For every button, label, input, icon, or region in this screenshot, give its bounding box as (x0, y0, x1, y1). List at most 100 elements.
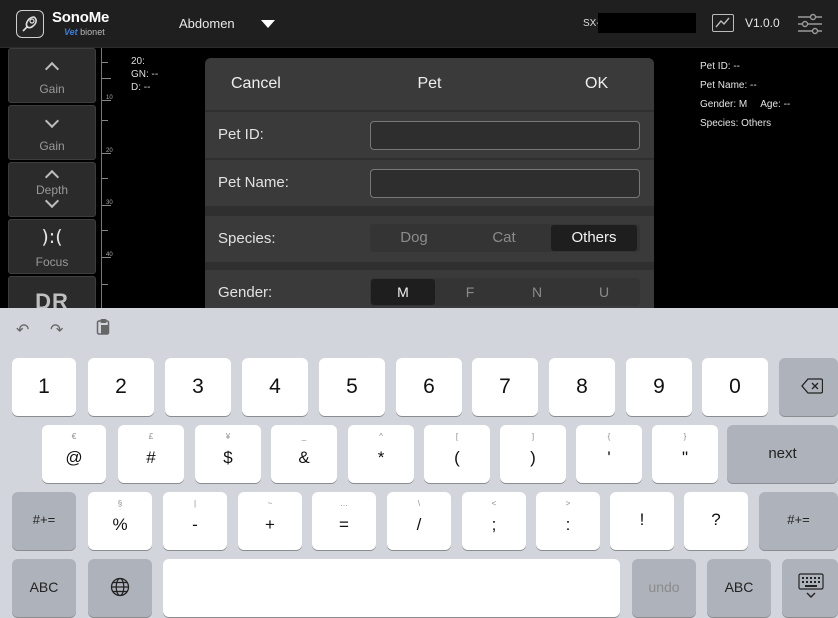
space-key[interactable] (163, 559, 620, 617)
key-colon-label: : (565, 515, 571, 534)
info-species: Species: Others (700, 118, 772, 129)
key-slash-alt: \ (417, 499, 421, 508)
key-quote[interactable]: } " (652, 425, 718, 483)
device-info-icon[interactable] (712, 14, 734, 32)
gain-down-label: Gain (39, 139, 65, 153)
key-7[interactable]: 7 (472, 358, 538, 416)
ruler-tick (102, 284, 108, 285)
gain-down-button[interactable]: Gain (8, 105, 96, 160)
key-colon[interactable]: >: (536, 492, 600, 550)
key-at-label: @ (65, 448, 83, 467)
gender-m[interactable]: M (371, 279, 435, 305)
key-1[interactable]: 1 (12, 358, 76, 416)
globe-key[interactable] (88, 559, 152, 617)
gender-u[interactable]: U (572, 278, 636, 306)
key-8-label: 8 (576, 375, 588, 398)
species-cat[interactable]: Cat (460, 224, 548, 252)
key-hash-alt: £ (148, 432, 154, 441)
key-percent-label: % (112, 515, 128, 534)
scan-controls: Gain Gain Depth ):( Focus DR (8, 48, 96, 316)
key-minus-label: - (192, 515, 198, 534)
key-slash[interactable]: \ / (387, 492, 451, 550)
key-9-label: 9 (653, 375, 665, 398)
key-8[interactable]: 8 (549, 358, 615, 416)
depth-ruler: 10 20 30 40 (101, 48, 121, 308)
key-dollar-alt: ¥ (225, 432, 231, 441)
key-6[interactable]: 6 (396, 358, 462, 416)
abc-key-right[interactable]: ABC (707, 559, 771, 617)
next-key-label: next (768, 445, 797, 462)
preset-selector[interactable]: Abdomen (179, 16, 235, 31)
pet-name-input[interactable] (370, 169, 640, 198)
undo-key[interactable]: undo (632, 559, 696, 617)
key-equals-alt: … (340, 499, 348, 508)
key-asterisk-label: * (377, 448, 385, 467)
key-plus[interactable]: ~ + (238, 492, 302, 550)
pet-dialog: Cancel Pet OK Pet ID: Pet Name: Species:… (205, 58, 654, 308)
key-percent[interactable]: §% (88, 492, 152, 550)
key-right-paren[interactable]: ]) (500, 425, 566, 483)
delete-key[interactable] (779, 358, 838, 416)
key-7-label: 7 (499, 375, 511, 398)
focus-button[interactable]: ):( Focus (8, 219, 96, 274)
key-9[interactable]: 9 (626, 358, 692, 416)
key-at-alt: € (71, 432, 77, 441)
key-5[interactable]: 5 (319, 358, 385, 416)
hide-keyboard-key[interactable] (782, 559, 838, 617)
gain-up-button[interactable]: Gain (8, 48, 96, 103)
key-4[interactable]: 4 (242, 358, 308, 416)
key-exclamation[interactable]: ! (610, 492, 674, 550)
pet-name-label: Pet Name: (218, 174, 289, 191)
brand-subtitle: Vet bionet (64, 27, 105, 37)
ruler-tick (102, 100, 111, 101)
key-dollar[interactable]: ¥ $ (195, 425, 261, 483)
key-1-label: 1 (38, 375, 50, 398)
ruler-tick (102, 153, 111, 154)
key-0[interactable]: 0 (702, 358, 768, 416)
gender-n[interactable]: N (505, 278, 569, 306)
species-others[interactable]: Others (551, 225, 637, 251)
paste-icon[interactable] (96, 318, 112, 340)
key-ampersand[interactable]: _ & (271, 425, 337, 483)
pet-id-input[interactable] (370, 121, 640, 150)
key-apostrophe[interactable]: {' (576, 425, 642, 483)
key-3[interactable]: 3 (165, 358, 231, 416)
settings-sliders-icon[interactable] (797, 12, 823, 41)
key-percent-alt: § (117, 499, 123, 508)
chevron-down-icon (44, 113, 60, 129)
key-at[interactable]: € @ (42, 425, 106, 483)
chevron-down-icon[interactable] (261, 20, 275, 28)
next-key[interactable]: next (727, 425, 838, 483)
gain-up-label: Gain (39, 82, 65, 96)
key-equals[interactable]: … = (312, 492, 376, 550)
depth-button[interactable]: Depth (8, 162, 96, 217)
ok-button[interactable]: OK (585, 75, 608, 93)
scan-params: 20: GN: -- D: -- (131, 55, 158, 94)
info-gender: Gender: M (700, 99, 748, 110)
chevron-up-icon (44, 61, 60, 77)
key-asterisk-alt: ^ (379, 432, 383, 441)
key-4-label: 4 (269, 375, 281, 398)
redo-icon[interactable]: ↷ (50, 320, 63, 339)
key-semicolon[interactable]: <; (462, 492, 526, 550)
ruler-tick (102, 205, 111, 206)
undo-icon[interactable]: ↶ (16, 320, 29, 339)
gender-f[interactable]: F (438, 278, 502, 306)
key-minus[interactable]: | - (163, 492, 227, 550)
pet-name-row: Pet Name: (205, 160, 654, 206)
more-symbols-key-left[interactable]: #+= (12, 492, 76, 550)
key-asterisk[interactable]: ^ * (348, 425, 414, 483)
abc-key-left[interactable]: ABC (12, 559, 76, 617)
key-left-paren[interactable]: [( (424, 425, 490, 483)
globe-icon (110, 577, 130, 597)
species-dog[interactable]: Dog (370, 224, 458, 252)
more-symbols-key-right[interactable]: #+= (759, 492, 838, 550)
key-hash[interactable]: £ # (118, 425, 184, 483)
key-right-paren-label: ) (530, 448, 536, 467)
abc-left-label: ABC (29, 579, 59, 595)
key-question[interactable]: ? (684, 492, 748, 550)
keyboard-toolbar: ↶ ↷ (0, 308, 838, 350)
key-right-paren-alt: ] (531, 432, 535, 441)
gender-row: Gender: M F N U (205, 270, 654, 308)
key-2[interactable]: 2 (88, 358, 154, 416)
